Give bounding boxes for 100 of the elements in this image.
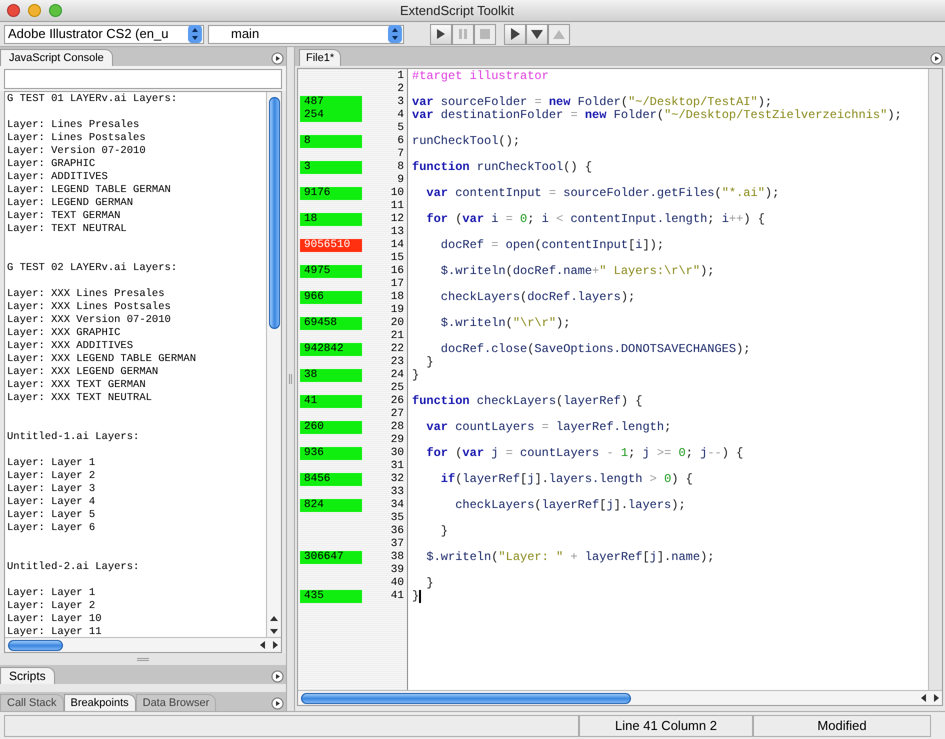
line-number: 41 [390, 590, 405, 603]
scrollbar-thumb[interactable] [268, 97, 280, 329]
scripts-tab[interactable]: Scripts [0, 667, 55, 684]
console-line: Layer: XXX GRAPHIC [7, 327, 120, 340]
panel-tab[interactable]: Call Stack [0, 694, 64, 711]
step-into-button[interactable] [526, 24, 548, 44]
console-line: Layer: GRAPHIC [7, 158, 96, 171]
panel-menu-icon[interactable] [271, 670, 284, 683]
console-line: G TEST 01 LAYERv.ai Layers: [7, 93, 178, 106]
line-number: 29 [390, 434, 405, 447]
cursor-position: Line 41 Column 2 [579, 714, 753, 736]
panel-tab[interactable]: Breakpoints [64, 694, 136, 711]
panel-menu-icon[interactable] [271, 697, 284, 710]
line-number: 35 [390, 512, 405, 525]
profile-count: 18 [300, 213, 362, 226]
console-line: Untitled-1.ai Layers: [7, 431, 140, 444]
line-number: 12 [390, 213, 405, 226]
line-number: 4 [396, 109, 405, 122]
code-line: } [412, 590, 420, 603]
stop-icon [480, 29, 490, 39]
line-number: 36 [390, 525, 405, 538]
line-number: 28 [390, 421, 405, 434]
line-number: 5 [396, 122, 405, 135]
profile-count: 9056510 [300, 239, 362, 252]
profile-count: 9176 [300, 187, 362, 200]
pause-icon [459, 29, 467, 39]
profile-count: 306647 [300, 551, 362, 564]
code-line: var sourceFolder = new Folder("~/Desktop/TestAI"); [412, 96, 772, 109]
line-number: 39 [390, 564, 405, 577]
profile-count: 260 [300, 421, 362, 434]
code-line: function checkLayers(layerRef) { [412, 395, 642, 408]
zoom-icon[interactable] [49, 4, 62, 17]
console-line: Layer: XXX LEGEND TABLE GERMAN [7, 353, 196, 366]
document-state: Modified [753, 714, 931, 736]
console-tab[interactable]: JavaScript Console [0, 49, 113, 66]
line-number: 8 [396, 161, 405, 174]
line-number: 9 [396, 174, 405, 187]
console-line: Layer: Layer 1 [7, 457, 96, 470]
code-line: checkLayers(layerRef[j].layers); [454, 499, 686, 512]
code-line: $.writeln("\r\r"); [440, 317, 570, 330]
panel-menu-icon[interactable] [930, 52, 943, 65]
console-line: Layer: Lines Presales [7, 119, 140, 132]
console-line: Layer: Layer 2 [7, 470, 96, 483]
console-input-field[interactable] [4, 69, 282, 89]
console-line: Layer: XXX Lines Presales [7, 288, 165, 301]
code-line: } [412, 369, 420, 382]
vertical-scrollbar[interactable] [928, 69, 942, 690]
file-tab[interactable]: File1* [299, 49, 342, 66]
line-number: 14 [390, 239, 405, 252]
line-number: 40 [390, 577, 405, 590]
console-line: Layer: XXX Version 07-2010 [7, 314, 171, 327]
code-line: for (var i = 0; i < contentInput.length; i++) { [425, 213, 765, 226]
profile-count: 69458 [300, 317, 362, 330]
line-number: 30 [390, 447, 405, 460]
line-number: 37 [390, 538, 405, 551]
minimize-icon[interactable] [28, 4, 41, 17]
profile-count: 487 [300, 96, 362, 109]
scrollbar-thumb[interactable] [8, 640, 63, 651]
line-number: 27 [390, 408, 405, 421]
line-number: 24 [390, 369, 405, 382]
stepper-icon [388, 25, 402, 43]
code-line: checkLayers(docRef.layers); [440, 291, 636, 304]
vertical-scrollbar[interactable] [266, 92, 281, 637]
panel-menu-icon[interactable] [271, 52, 284, 65]
console-line: Layer: Lines Postsales [7, 132, 146, 145]
scrollbar-thumb[interactable] [301, 693, 631, 704]
console-line: Layer: XXX LEGEND GERMAN [7, 366, 158, 379]
profile-count: 824 [300, 499, 362, 512]
code-line: } [440, 525, 448, 538]
code-line: if(layerRef[j].layers.length > 0) { [440, 473, 693, 486]
horizontal-scrollbar[interactable] [5, 637, 281, 652]
profile-count: 966 [300, 291, 362, 304]
console-line: Layer: Layer 5 [7, 509, 96, 522]
line-number: 19 [390, 304, 405, 317]
line-number: 34 [390, 499, 405, 512]
profile-count: 435 [300, 590, 362, 603]
engine-dropdown[interactable]: main [208, 24, 404, 44]
console-line: Layer: ADDITIVES [7, 171, 108, 184]
line-number: 17 [390, 278, 405, 291]
console-line: G TEST 02 LAYERv.ai Layers: [7, 262, 178, 275]
run-button[interactable] [430, 24, 452, 44]
line-number: 32 [390, 473, 405, 486]
profile-count: 4975 [300, 265, 362, 278]
code-line: var countLayers = layerRef.length; [425, 421, 672, 434]
line-number: 18 [390, 291, 405, 304]
horizontal-scrollbar[interactable] [298, 690, 942, 705]
panel-tab[interactable]: Data Browser [136, 694, 216, 711]
target-dropdown[interactable]: Adobe Illustrator CS2 (en_u [4, 24, 204, 44]
step-over-button[interactable] [504, 24, 526, 44]
line-number: 25 [390, 382, 405, 395]
close-icon[interactable] [7, 4, 20, 17]
code-line: var contentInput = sourceFolder.getFiles("*.ai"); [425, 187, 780, 200]
code-line: function runCheckTool() { [412, 161, 592, 174]
console-line: Layer: XXX TEXT NEUTRAL [7, 392, 152, 405]
code-line: #target illustrator [412, 70, 549, 83]
code-line: } [425, 577, 434, 590]
profile-count: 3 [300, 161, 362, 174]
line-number: 23 [390, 356, 405, 369]
triangle-down-icon [530, 28, 544, 40]
console-line: Layer: Layer 6 [7, 522, 96, 535]
